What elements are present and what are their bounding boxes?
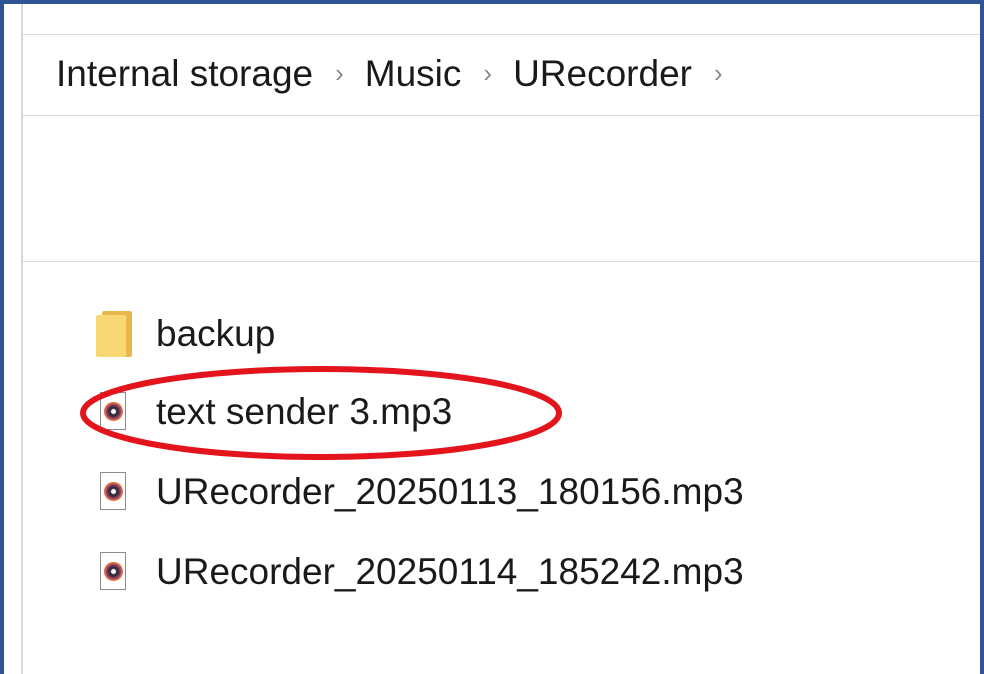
annotation-ellipse bbox=[80, 366, 562, 460]
highlight-circle-annotation bbox=[80, 366, 562, 460]
file-explorer-window: Internal storage › Music › URecorder › b… bbox=[0, 0, 984, 674]
breadcrumb-item-music[interactable]: Music bbox=[365, 53, 462, 95]
chevron-right-icon[interactable]: › bbox=[714, 58, 723, 89]
file-name: URecorder_20250114_185242.mp3 bbox=[156, 551, 744, 592]
file-name: backup bbox=[156, 313, 276, 354]
window-border-right bbox=[980, 0, 984, 674]
list-item-backup-folder[interactable]: backup bbox=[96, 306, 275, 362]
mp3-file-icon bbox=[100, 552, 128, 592]
breadcrumb-item-internal-storage[interactable]: Internal storage bbox=[56, 53, 313, 95]
file-name: URecorder_20250113_180156.mp3 bbox=[156, 471, 744, 512]
chevron-right-icon[interactable]: › bbox=[335, 58, 344, 89]
address-bar[interactable]: Internal storage › Music › URecorder › bbox=[22, 34, 980, 116]
list-item-mp3-file[interactable]: URecorder_20250113_180156.mp3 bbox=[96, 464, 744, 520]
folder-icon bbox=[96, 311, 132, 357]
window-border-left bbox=[0, 0, 4, 674]
window-border-top bbox=[0, 0, 984, 4]
breadcrumb: Internal storage › Music › URecorder › bbox=[56, 49, 744, 99]
column-header-area bbox=[22, 116, 980, 262]
list-item-mp3-file[interactable]: URecorder_20250114_185242.mp3 bbox=[96, 544, 744, 600]
chevron-right-icon[interactable]: › bbox=[483, 58, 492, 89]
breadcrumb-item-urecorder[interactable]: URecorder bbox=[513, 53, 692, 95]
mp3-file-icon bbox=[100, 472, 128, 512]
